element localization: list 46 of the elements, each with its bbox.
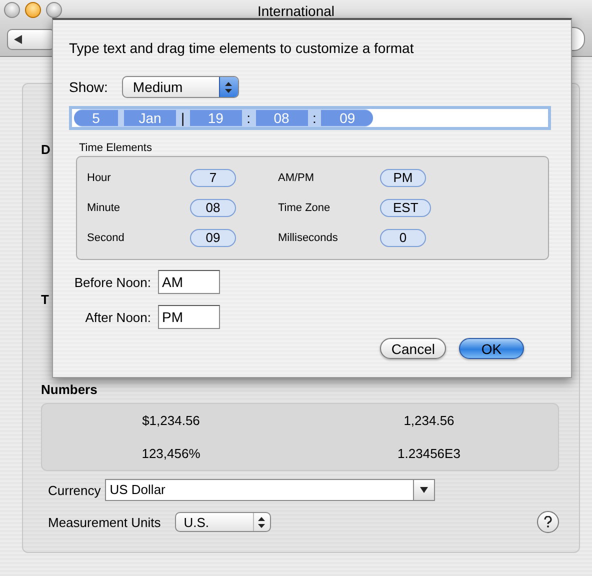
number-sample: 1,234.56 — [404, 413, 454, 428]
group-title: Time Elements — [79, 142, 153, 154]
number-sample: $1,234.56 — [142, 413, 200, 428]
element-label: AM/PM — [278, 172, 316, 184]
number-sample: 123,456% — [142, 446, 200, 461]
after-noon-field[interactable]: PM — [158, 305, 220, 329]
time-element-token[interactable]: 09 — [190, 229, 236, 247]
measurement-units-label: Measurement Units — [48, 514, 161, 530]
back-arrow-icon — [14, 34, 22, 44]
before-noon-field[interactable]: AM — [158, 270, 220, 294]
help-icon — [544, 516, 552, 528]
section-heading: T — [41, 292, 49, 307]
time-element-token[interactable]: 7 — [190, 169, 236, 187]
element-label: Time Zone — [278, 202, 332, 214]
time-element-token[interactable]: EST — [380, 199, 432, 217]
time-element-token[interactable]: 0 — [380, 229, 426, 247]
before-noon-label: Before Noon: — [73, 274, 151, 290]
show-popup[interactable]: Medium — [122, 76, 239, 98]
separator-text: | — [180, 110, 186, 126]
measurement-units-popup[interactable]: U.S. — [174, 512, 271, 532]
currency-combo-box[interactable]: US Dollar — [104, 479, 435, 501]
element-label: Hour — [87, 172, 112, 184]
time-element-token[interactable]: PM — [380, 169, 426, 187]
section-heading: Numbers — [41, 382, 98, 397]
show-label: Show: — [69, 79, 108, 95]
up-down-arrows-icon — [225, 82, 232, 92]
currency-label: Currency — [48, 482, 101, 498]
element-label: Second — [87, 232, 126, 244]
back-forward-control[interactable] — [7, 28, 55, 50]
number-sample: 1.23456E3 — [398, 446, 460, 461]
up-down-arrows-icon — [258, 516, 266, 528]
separator-text: : — [312, 110, 318, 126]
element-label: Minute — [87, 202, 122, 214]
zoom-button[interactable] — [46, 2, 62, 18]
after-noon-label: After Noon: — [84, 310, 151, 324]
window-title: International — [257, 3, 335, 19]
separator-text: : — [246, 110, 252, 126]
help-button[interactable] — [537, 511, 559, 533]
cancel-button[interactable]: Cancel — [380, 338, 446, 359]
element-label: Milliseconds — [278, 232, 339, 244]
instruction-text: Type text and drag time elements to customize a format — [69, 40, 415, 56]
minimize-button[interactable] — [25, 2, 41, 18]
ok-button[interactable]: OK — [459, 338, 524, 359]
close-button[interactable] — [4, 2, 20, 18]
section-heading: D — [41, 142, 50, 157]
time-element-token[interactable]: 08 — [190, 199, 236, 217]
